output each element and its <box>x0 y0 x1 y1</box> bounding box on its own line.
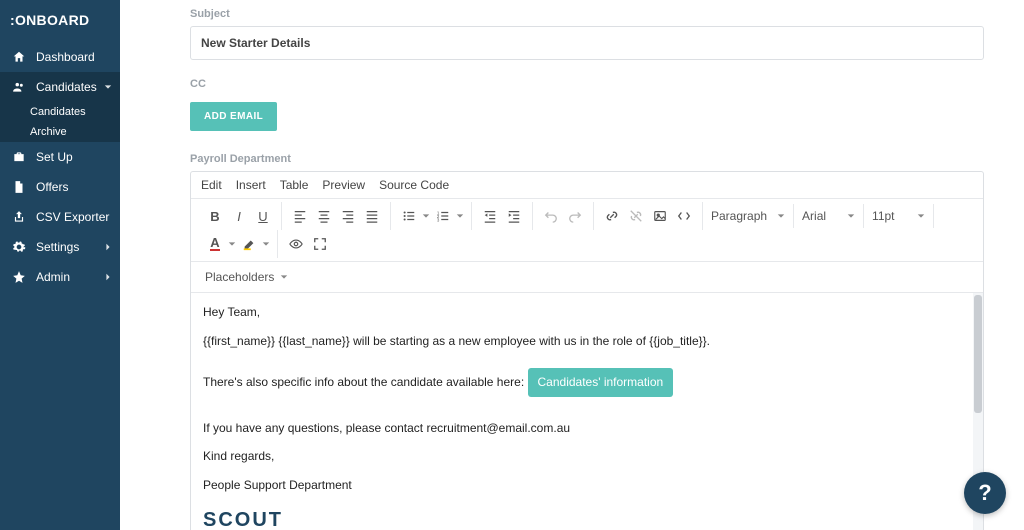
chevron-down-icon[interactable] <box>227 232 237 256</box>
italic-icon[interactable]: I <box>227 204 251 228</box>
candidates-info-chip[interactable]: Candidates' information <box>528 368 674 397</box>
signature-logo: SCOUT TALENT SEE PEOPLE FIRST <box>203 505 971 530</box>
sidebar-item-dashboard[interactable]: Dashboard <box>0 42 120 72</box>
sidebar-item-label: Dashboard <box>36 50 95 64</box>
align-justify-icon[interactable] <box>360 204 384 228</box>
align-left-icon[interactable] <box>288 204 312 228</box>
sidebar-item-offers[interactable]: Offers <box>0 172 120 202</box>
chevron-down-icon[interactable] <box>455 204 465 228</box>
sidebar-item-label: Candidates <box>36 80 97 94</box>
document-icon <box>10 178 28 196</box>
section-label: Payroll Department <box>190 153 984 165</box>
sidebar: :ONBOARD Dashboard Candidates Candidates… <box>0 0 120 530</box>
align-right-icon[interactable] <box>336 204 360 228</box>
format-select[interactable]: Paragraph <box>703 204 794 228</box>
menu-insert[interactable]: Insert <box>236 178 266 192</box>
highlight-icon[interactable] <box>237 232 261 256</box>
nav: Dashboard Candidates Candidates Archive … <box>0 42 120 292</box>
help-fab[interactable]: ? <box>964 472 1006 514</box>
chevron-down-icon[interactable] <box>421 204 431 228</box>
body-line: Kind regards, <box>203 447 971 466</box>
editor-toolbar: B I U 123 <box>191 199 983 262</box>
editor-menu-bar: Edit Insert Table Preview Source Code <box>191 172 983 199</box>
placeholders-row: Placeholders <box>191 262 983 293</box>
sidebar-item-label: Set Up <box>36 150 73 164</box>
people-icon <box>10 78 28 96</box>
sidebar-item-csvexporter[interactable]: CSV Exporter <box>0 202 120 232</box>
body-line: People Support Department <box>203 476 971 495</box>
star-icon <box>10 268 28 286</box>
sidebar-item-label: CSV Exporter <box>36 210 109 224</box>
brand-logo: :ONBOARD <box>0 0 120 42</box>
rich-text-editor: Edit Insert Table Preview Source Code B … <box>190 171 984 530</box>
export-icon <box>10 208 28 226</box>
subject-label: Subject <box>190 8 984 20</box>
redo-icon[interactable] <box>563 204 587 228</box>
scrollbar-thumb[interactable] <box>974 295 982 413</box>
chevron-down-icon <box>917 212 925 220</box>
svg-text:3: 3 <box>437 217 440 222</box>
unlink-icon[interactable] <box>624 204 648 228</box>
chevron-right-icon <box>104 243 112 251</box>
chevron-right-icon <box>104 273 112 281</box>
menu-edit[interactable]: Edit <box>201 178 222 192</box>
body-line: Hey Team, <box>203 303 971 322</box>
fontsize-select[interactable]: 11pt <box>864 204 934 228</box>
image-icon[interactable] <box>648 204 672 228</box>
code-icon[interactable] <box>672 204 696 228</box>
subject-input[interactable] <box>190 26 984 60</box>
menu-preview[interactable]: Preview <box>322 178 365 192</box>
chevron-down-icon <box>777 212 785 220</box>
home-icon <box>10 48 28 66</box>
cc-label: CC <box>190 78 984 90</box>
chevron-down-icon[interactable] <box>261 232 271 256</box>
underline-icon[interactable]: U <box>251 204 275 228</box>
menu-table[interactable]: Table <box>280 178 309 192</box>
body-line: If you have any questions, please contac… <box>203 419 971 438</box>
body-line: There's also specific info about the can… <box>203 368 971 397</box>
sidebar-item-admin[interactable]: Admin <box>0 262 120 292</box>
sidebar-item-label: Offers <box>36 180 68 194</box>
sidebar-item-setup[interactable]: Set Up <box>0 142 120 172</box>
placeholders-dropdown[interactable]: Placeholders <box>199 267 294 287</box>
preview-icon[interactable] <box>284 232 308 256</box>
bullet-list-icon[interactable] <box>397 204 421 228</box>
sidebar-subitem-archive[interactable]: Archive <box>0 122 120 142</box>
sidebar-item-settings[interactable]: Settings <box>0 232 120 262</box>
fullscreen-icon[interactable] <box>308 232 332 256</box>
bold-icon[interactable]: B <box>203 204 227 228</box>
gear-icon <box>10 238 28 256</box>
main-content: Subject CC ADD EMAIL Payroll Department … <box>120 0 1024 530</box>
sidebar-item-label: Admin <box>36 270 70 284</box>
editor-body[interactable]: Hey Team, {{first_name}} {{last_name}} w… <box>191 293 983 530</box>
text-color-icon[interactable]: A <box>203 232 227 256</box>
font-select[interactable]: Arial <box>794 204 864 228</box>
undo-icon[interactable] <box>539 204 563 228</box>
link-icon[interactable] <box>600 204 624 228</box>
chevron-down-icon <box>847 212 855 220</box>
align-center-icon[interactable] <box>312 204 336 228</box>
menu-sourcecode[interactable]: Source Code <box>379 178 449 192</box>
chevron-down-icon <box>104 83 112 91</box>
sidebar-item-candidates[interactable]: Candidates <box>0 72 120 102</box>
add-email-button[interactable]: ADD EMAIL <box>190 102 277 131</box>
chevron-down-icon <box>280 273 288 281</box>
outdent-icon[interactable] <box>478 204 502 228</box>
numbered-list-icon[interactable]: 123 <box>431 204 455 228</box>
briefcase-icon <box>10 148 28 166</box>
indent-icon[interactable] <box>502 204 526 228</box>
sidebar-subitem-candidates[interactable]: Candidates <box>0 102 120 122</box>
sidebar-item-label: Settings <box>36 240 79 254</box>
body-line: {{first_name}} {{last_name}} will be sta… <box>203 332 971 351</box>
